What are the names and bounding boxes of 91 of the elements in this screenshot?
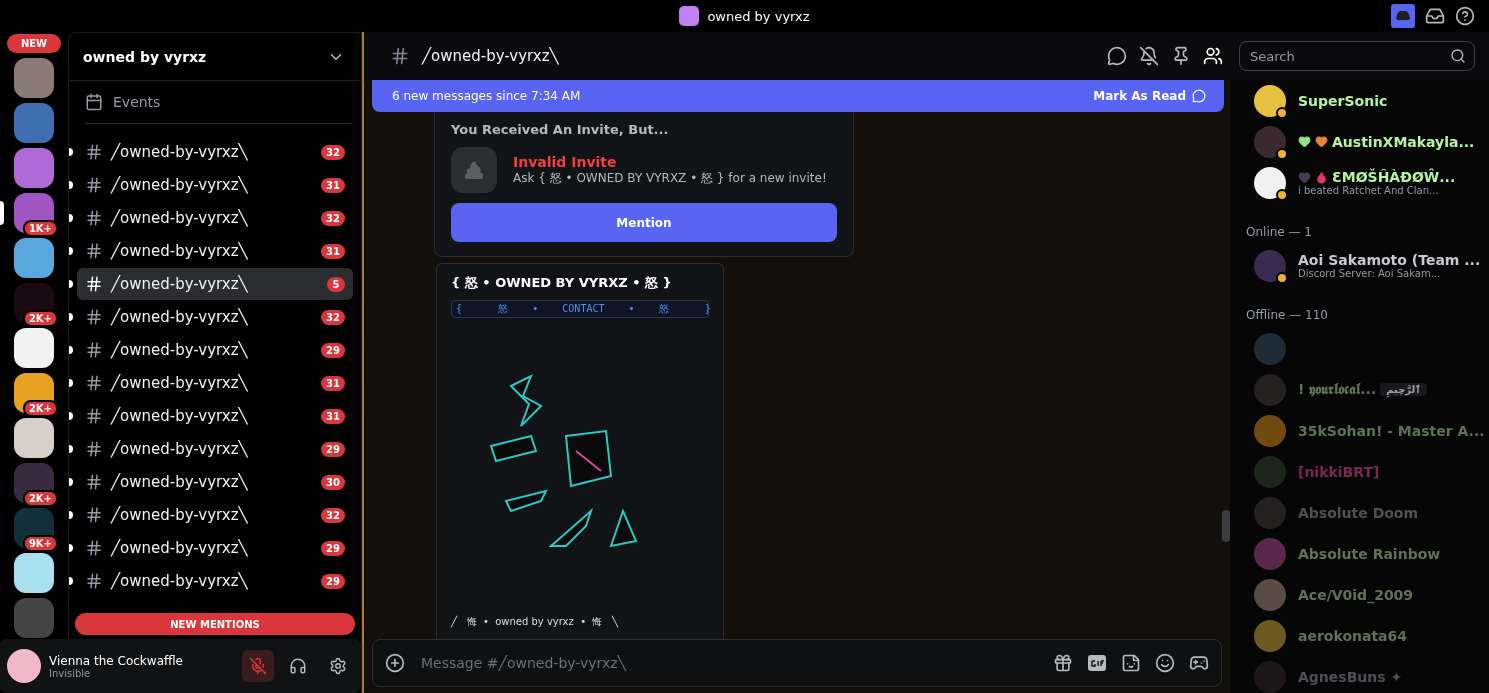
mention-count: 31 [321, 243, 345, 259]
mention-count: 32 [321, 210, 345, 226]
channel-name: ╱owned-by-vyrxz╲ [111, 539, 249, 557]
invite-heading: You Received An Invite, But... [451, 122, 670, 137]
channel-item[interactable]: ╱owned-by-vyrxz╲ 29 [77, 334, 353, 366]
member-name: AustinXMakayla... [1332, 133, 1475, 150]
code-block: { 怒 • CONTACT • 怒 } [451, 300, 709, 318]
member-name: AgnesBuns ✦ [1298, 668, 1403, 685]
unread-badge: 2K+ [22, 310, 58, 327]
mention-count: 5 [327, 276, 345, 292]
member-status: i beated Ratchet And Clan... [1298, 185, 1440, 196]
member-name: aerokonata64 [1298, 627, 1408, 644]
member-group-heading: Online — 1 [1246, 224, 1313, 241]
mark-as-read-button[interactable]: Mark As Read [1087, 88, 1212, 104]
channel-name: ╱owned-by-vyrxz╲ [111, 473, 249, 491]
channel-name: ╱owned-by-vyrxz╲ [111, 308, 249, 326]
mention-count: 29 [321, 540, 345, 556]
banner-text: 6 new messages since 7:34 AM [392, 89, 581, 103]
channel-name: ╱owned-by-vyrxz╲ [111, 572, 249, 590]
unread-badge: 9K+ [22, 535, 58, 552]
channel-name: ╱owned-by-vyrxz╲ [111, 407, 249, 425]
member-item[interactable]: Absolute Rainbow [1246, 533, 1479, 574]
search-field[interactable]: Search [1248, 47, 1450, 65]
mention-count: 31 [321, 408, 345, 424]
member-name: Absolute Rainbow [1298, 545, 1441, 562]
channel-item[interactable]: ╱owned-by-vyrxz╲ 32 [77, 136, 353, 168]
member-group-heading: Offline — 110 [1246, 307, 1329, 324]
mention-count: 32 [321, 144, 345, 160]
channel-name: ╱owned-by-vyrxz╲ [111, 341, 249, 359]
channel-item[interactable]: ╱owned-by-vyrxz╲ 31 [77, 400, 353, 432]
channel-item[interactable]: ╱owned-by-vyrxz╲ 31 [77, 235, 353, 267]
member-item[interactable]: ƐMØŠĤÀĐØŴ... i beated Ratchet And Clan... [1246, 162, 1479, 203]
new-mentions-button[interactable]: NEW MENTIONS [75, 613, 355, 635]
channel-name: ╱owned-by-vyrxz╲ [111, 506, 249, 524]
member-item[interactable]: Aoi Sakamoto (Team ... Discord Server: Aoi Sakam... [1246, 245, 1479, 286]
channel-item[interactable]: ╱owned-by-vyrxz╲ 31 [77, 169, 353, 201]
member-item[interactable]: aerokonata64 [1246, 615, 1479, 656]
channel-item[interactable]: ╱owned-by-vyrxz╲ 30 [77, 466, 353, 498]
channel-name: ╱owned-by-vyrxz╲ [111, 209, 249, 227]
search-box[interactable]: Search [1239, 41, 1475, 71]
mention-button[interactable]: Mention [451, 203, 837, 242]
member-name: [nikkiBRT] [1298, 463, 1380, 480]
channel-item[interactable]: ╱owned-by-vyrxz╲ 29 [77, 433, 353, 465]
message-box[interactable]: Message #╱owned-by-vyrxz╲ [372, 639, 1222, 687]
member-tag: ٱلرَّحِيمِ [1380, 383, 1428, 396]
mention-count: 29 [321, 441, 345, 457]
channel-item[interactable]: ╱owned-by-vyrxz╲ 32 [77, 499, 353, 531]
channel-title: ╱owned-by-vyrxz╲ [422, 47, 560, 65]
channel-name: ╱owned-by-vyrxz╲ [111, 242, 249, 260]
member-name: ! 𝖞𝖔𝖚𝖗𝖑𝖔𝖈𝖆𝖑... [1298, 381, 1377, 398]
channel-item[interactable]: ╱owned-by-vyrxz╲ 29 [77, 565, 353, 597]
invite-title: Invalid Invite [513, 153, 618, 170]
user-status: Invisible [49, 667, 92, 679]
mention-count: 31 [321, 375, 345, 391]
window-title: owned by vyrxz [707, 8, 810, 24]
member-name: Aoi Sakamoto (Team ... [1298, 252, 1481, 268]
member-item[interactable]: AustinXMakayla... [1246, 121, 1479, 162]
channel-name: ╱owned-by-vyrxz╲ [111, 374, 249, 392]
member-name: SuperSonic [1298, 92, 1388, 109]
member-name: Absolute Doom [1298, 504, 1419, 521]
channel-name: ╱owned-by-vyrxz╲ [111, 143, 249, 161]
embed-title: { 怒 • OWNED BY VYRXZ • 怒 } [451, 274, 673, 292]
server-name: owned by vyrxz [83, 48, 207, 65]
channel-name: ╱owned-by-vyrxz╲ [111, 176, 249, 194]
mention-count: 32 [321, 309, 345, 325]
channel-item[interactable]: ╱owned-by-vyrxz╲ 29 [77, 532, 353, 564]
user-name: Vienna the Cockwaffle [49, 653, 184, 668]
events-item[interactable]: Events [113, 94, 161, 110]
mention-count: 29 [321, 342, 345, 358]
channel-item[interactable]: ╱owned-by-vyrxz╲ 31 [77, 367, 353, 399]
member-name: ƐMØŠĤÀĐØŴ... [1332, 169, 1456, 185]
channel-item[interactable]: ╱owned-by-vyrxz╲ 32 [77, 202, 353, 234]
mention-count: 32 [321, 507, 345, 523]
mention-count: 29 [321, 573, 345, 589]
unread-badge: 2K+ [22, 400, 58, 417]
unread-badge: 2K+ [22, 490, 58, 507]
invite-text: Ask { 怒 • OWNED BY VYRXZ • 怒 } for a new invite! [513, 169, 827, 187]
channel-name: ╱owned-by-vyrxz╲ [111, 440, 249, 458]
mention-count: 31 [321, 177, 345, 193]
member-status: Discord Server: Aoi Sakam... [1298, 268, 1442, 279]
channel-name: ╱owned-by-vyrxz╲ [111, 275, 249, 293]
new-badge: NEW [6, 34, 62, 53]
message-input[interactable]: Message #╱owned-by-vyrxz╲ [419, 654, 1039, 672]
member-item[interactable]: SuperSonic [1246, 80, 1479, 121]
channel-item[interactable]: ╱owned-by-vyrxz╲ 32 [77, 301, 353, 333]
member-item[interactable]: Ace/V0id_2009 [1246, 574, 1479, 615]
member-name: 35kSohan! - Master A... [1298, 422, 1485, 439]
embed-footer: ╱ 悔 • owned by vyrxz • 悔 ╲ [451, 615, 709, 629]
mention-count: 30 [321, 474, 345, 490]
unread-badge: 1K+ [22, 220, 58, 237]
member-name: Ace/V0id_2009 [1298, 586, 1414, 603]
